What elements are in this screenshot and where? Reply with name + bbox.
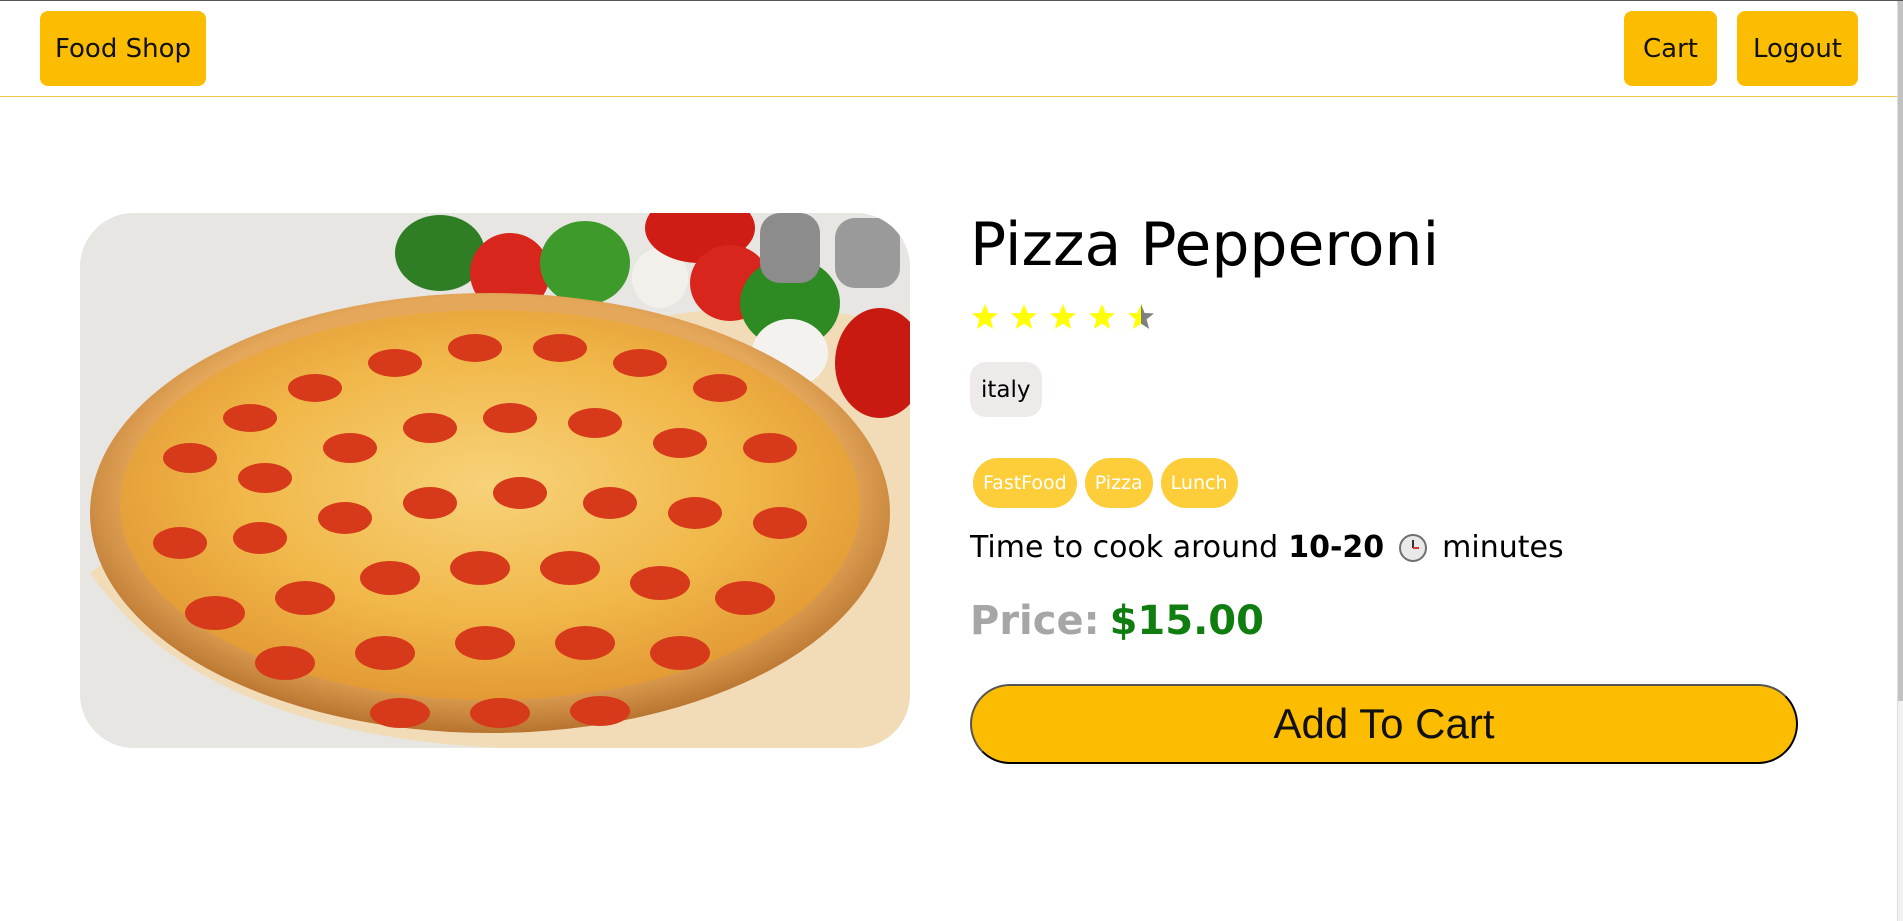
cook-time-value: 10-20: [1288, 530, 1385, 565]
tag-list: FastFood Pizza Lunch: [973, 458, 1238, 508]
food-image: [80, 213, 910, 748]
add-to-cart-button[interactable]: Add To Cart: [970, 684, 1798, 764]
tag-chip-fastfood[interactable]: FastFood: [973, 458, 1077, 508]
clock-icon: [1399, 533, 1428, 562]
star-icon: [1009, 302, 1039, 332]
food-title: Pizza Pepperoni: [970, 210, 1440, 280]
price-label: Price:: [970, 598, 1100, 644]
star-icon: [1087, 302, 1117, 332]
cook-time-prefix: Time to cook around: [970, 530, 1279, 565]
star-rating: [970, 292, 1156, 342]
cook-time-suffix: minutes: [1442, 530, 1564, 565]
origin-badge: italy: [970, 362, 1042, 417]
top-navbar: Food Shop Cart Logout: [0, 1, 1897, 97]
price-value: $15.00: [1109, 598, 1264, 644]
scrollbar-thumb[interactable]: [1898, 1, 1903, 701]
page-scrollbar[interactable]: [1897, 1, 1903, 921]
cook-time: Time to cook around 10-20 minutes: [970, 530, 1564, 565]
star-icon: [1048, 302, 1078, 332]
star-icon: [1126, 302, 1156, 332]
tag-chip-lunch[interactable]: Lunch: [1160, 458, 1238, 508]
star-icon: [970, 302, 1000, 332]
brand-link-button[interactable]: Food Shop: [40, 11, 206, 86]
origin-label: italy: [981, 376, 1031, 403]
price: Price: $15.00: [970, 598, 1264, 644]
cart-button[interactable]: Cart: [1624, 11, 1717, 86]
tag-chip-pizza[interactable]: Pizza: [1084, 458, 1153, 508]
logout-button[interactable]: Logout: [1737, 11, 1858, 86]
